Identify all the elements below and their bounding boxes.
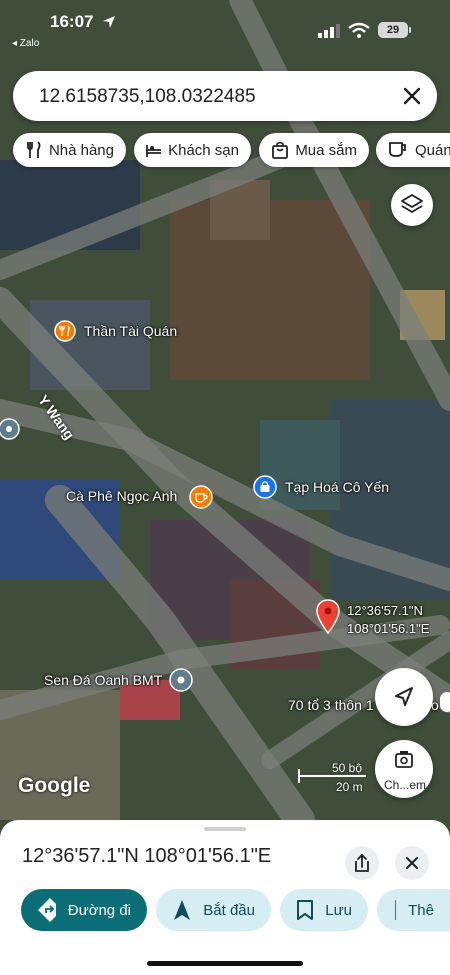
chip-cafe[interactable]: Quán [376,133,450,167]
drag-handle[interactable] [204,827,246,831]
bed-icon [146,145,162,157]
pin-lat-label: 12°36'57.1"N [347,603,423,618]
place-icon [0,418,20,440]
search-bar[interactable] [13,71,437,121]
fork-knife-icon [27,141,41,158]
battery-tip [409,27,411,33]
directions-button[interactable]: Đường đi [21,889,147,931]
save-button[interactable]: Lưu [280,889,368,931]
share-icon [355,853,369,872]
location-arrow-icon [103,16,115,28]
status-time: 16:07 [50,12,94,31]
cellular-signal-icon [318,24,340,38]
edge-marker [440,692,450,712]
my-location-button[interactable] [375,668,433,726]
search-input[interactable] [37,85,381,109]
shopping-bag-icon [272,141,288,159]
sheet-coordinates: 12°36'57.1"N 108°01'56.1"E [22,845,272,867]
save-label: Lưu [325,901,352,919]
google-logo: Google [18,774,91,797]
chip-label: Mua sắm [295,141,357,159]
dropped-pin[interactable]: 12°36'57.1"N 108°01'56.1"E [315,599,429,640]
status-bar: 16:07 ◂ Zalo 29 [0,0,450,49]
start-label: Bắt đầu [203,901,255,919]
poi-tap-hoa-co-yen[interactable]: Tạp Hoá Cô Yến [253,475,389,504]
chip-restaurants[interactable]: Nhà hàng [13,133,126,167]
bottom-sheet[interactable]: 12°36'57.1"N 108°01'56.1"E Đường đi Bắt … [0,820,450,975]
close-icon[interactable] [399,83,425,109]
home-indicator[interactable] [147,961,303,966]
place-icon [169,668,193,692]
start-button[interactable]: Bắt đầu [156,889,271,931]
navigation-arrow-icon [174,900,190,920]
food-icon [54,320,76,342]
poi-than-tai-quan[interactable]: Thần Tài Quán [54,320,177,347]
layers-icon [401,194,423,213]
chip-hotels[interactable]: Khách sạn [134,133,251,167]
label-label: Thê [408,901,434,919]
back-to-app[interactable]: ◂ Zalo [12,38,39,49]
directions-label: Đường đi [67,901,131,919]
red-pin-icon [316,599,340,635]
share-button[interactable] [345,846,379,880]
layers-button[interactable] [391,184,433,226]
poi-label: Thần Tài Quán [84,323,178,339]
poi-marker-edge[interactable] [0,418,22,447]
chip-label: Nhà hàng [48,141,114,159]
map-scale: 50 bộ 20 m [298,760,368,794]
battery-indicator: 29 [378,22,408,38]
chip-shopping[interactable]: Mua sắm [259,133,369,167]
camera-button[interactable]: Ch...em [375,740,433,798]
chip-label: Khách sạn [168,141,239,159]
camera-icon [395,751,413,768]
scale-bottom: 20 m [336,780,363,794]
poi-label: Cà Phê Ngọc Anh [66,488,178,504]
pin-lng-label: 108°01'56.1"E [347,621,430,636]
location-arrow-icon [395,687,413,706]
coffee-cup-icon [389,142,406,157]
coffee-icon [189,485,213,509]
camera-label: Ch...em [383,778,426,792]
flag-icon [395,900,397,920]
close-icon [406,857,418,869]
poi-label: Sen Đá Oanh BMT [44,672,163,688]
directions-icon [38,898,56,922]
chip-label: Quán [415,141,450,159]
label-button[interactable]: Thê [377,889,450,931]
wifi-icon [348,22,370,38]
close-sheet-button[interactable] [395,846,429,880]
bookmark-icon [297,900,313,920]
poi-label: Tạp Hoá Cô Yến [285,479,390,495]
scale-top: 50 bộ [332,761,363,775]
shopping-bag-icon [253,475,277,499]
address-label: 70 tổ 3 thôn 1 [288,697,374,713]
